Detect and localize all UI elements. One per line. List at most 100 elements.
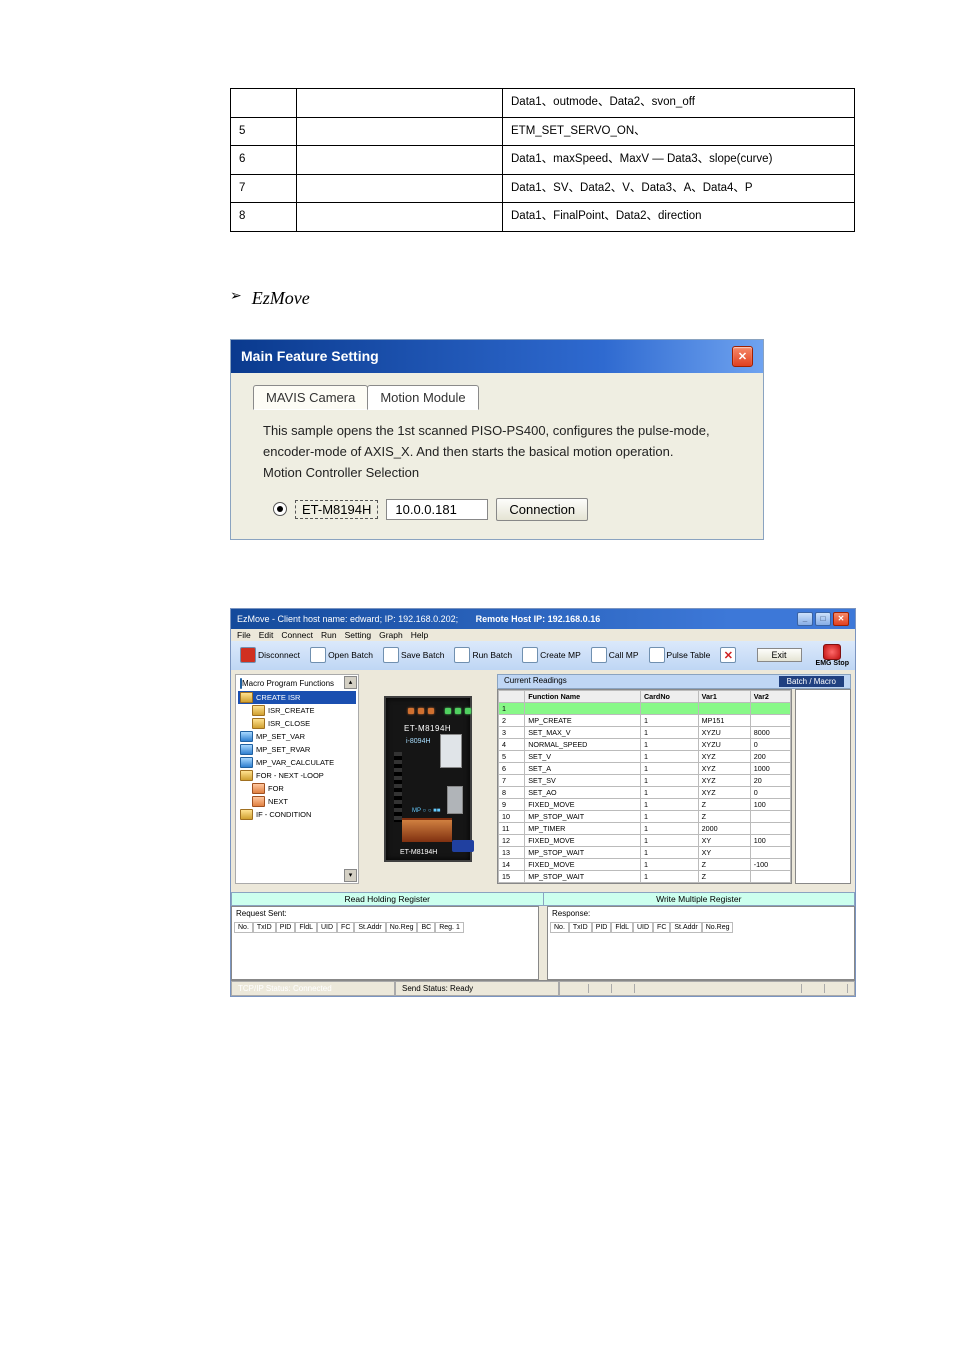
ip-input[interactable]: 10.0.0.181	[386, 499, 488, 520]
toolbar: Disconnect Open Batch Save Batch Run Bat…	[231, 641, 855, 670]
batch-macro-button[interactable]: Batch / Macro	[779, 676, 844, 687]
sidebar-item-label: MP_VAR_CALCULATE	[256, 758, 334, 767]
run-batch-button[interactable]: Run Batch	[451, 646, 515, 664]
call-mp-button[interactable]: Call MP	[588, 646, 642, 664]
sidebar-item-label: CREATE ISR	[256, 693, 300, 702]
sidebar-item-label: FOR - NEXT -LOOP	[256, 771, 324, 780]
table-row[interactable]: 13MP_STOP_WAIT1XY	[499, 846, 791, 858]
table-row[interactable]: 2MP_CREATE1MP151	[499, 714, 791, 726]
table-row[interactable]: 9FIXED_MOVE1Z100	[499, 798, 791, 810]
response-panel: Response: No.TxIDPIDFldLUIDFCSt.AddrNo.R…	[547, 906, 855, 980]
big-x-button[interactable]: ✕	[717, 646, 739, 664]
table-row[interactable]: 11MP_TIMER12000	[499, 822, 791, 834]
sidebar-item[interactable]: MP_SET_RVAR	[238, 743, 356, 756]
menu-help[interactable]: Help	[411, 630, 428, 640]
table-row[interactable]: 8SET_AO1XYZ0	[499, 786, 791, 798]
cell	[297, 117, 503, 146]
table-row[interactable]: 6SET_A1XYZ1000	[499, 762, 791, 774]
scroll-up-icon[interactable]: ▴	[344, 676, 357, 689]
sidebar-item[interactable]: FOR - NEXT -LOOP	[238, 769, 356, 782]
cell	[297, 203, 503, 232]
menu-run[interactable]: Run	[321, 630, 337, 640]
folder-icon	[240, 744, 253, 755]
log-header-cell: FldL	[611, 922, 633, 933]
title-client: EzMove - Client host name: edward; IP: 1…	[237, 614, 458, 624]
scroll-down-icon[interactable]: ▾	[344, 869, 357, 882]
cell	[231, 89, 297, 118]
sidebar-title: Macro Program Functions	[238, 678, 356, 689]
minimize-icon[interactable]: _	[797, 612, 813, 626]
menu-setting[interactable]: Setting	[345, 630, 371, 640]
sidebar-item-label: MP_SET_VAR	[256, 732, 305, 741]
folder-icon	[240, 731, 253, 742]
cell: 5	[231, 117, 297, 146]
table-row[interactable]: 4NORMAL_SPEED1XYZU0	[499, 738, 791, 750]
table-row[interactable]: 1	[499, 702, 791, 714]
sidebar-item[interactable]: NEXT	[238, 795, 356, 808]
tab-motion-module[interactable]: Motion Module	[367, 385, 478, 410]
cell: Data1、maxSpeed、MaxV — Data3、slope(curve)	[503, 146, 855, 175]
write-multiple-header: Write Multiple Register	[544, 892, 856, 906]
dialog-titlebar: Main Feature Setting ✕	[231, 340, 763, 373]
readings-table[interactable]: Function Name CardNo Var1 Var2 12MP_CREA…	[497, 689, 792, 884]
controller-radio[interactable]	[273, 502, 287, 516]
create-mp-button[interactable]: Create MP	[519, 646, 584, 664]
table-row: 6 Data1、maxSpeed、MaxV — Data3、slope(curv…	[231, 146, 855, 175]
cell	[297, 174, 503, 203]
open-icon	[310, 647, 326, 663]
cell: 6	[231, 146, 297, 175]
sidebar-item[interactable]: MP_VAR_CALCULATE	[238, 756, 356, 769]
status-bar: TCP/IP Status: Connected Send Status: Re…	[231, 980, 855, 996]
disconnect-button[interactable]: Disconnect	[237, 646, 303, 664]
log-header-cell: No.	[550, 922, 569, 933]
sidebar-item[interactable]: ISR_CREATE	[238, 704, 356, 717]
open-batch-button[interactable]: Open Batch	[307, 646, 376, 664]
dialog-desc-2: encoder-mode of AXIS_X. And then starts …	[263, 443, 745, 461]
device-model: ET-M8194H	[400, 849, 437, 856]
device-label: ET-M8194H	[404, 724, 451, 733]
table-row: 7 Data1、SV、Data2、V、Data3、A、Data4、P	[231, 174, 855, 203]
close-icon[interactable]: ✕	[833, 612, 849, 626]
maximize-icon[interactable]: □	[815, 612, 831, 626]
menu-graph[interactable]: Graph	[379, 630, 403, 640]
sidebar-item[interactable]: IF - CONDITION	[238, 808, 356, 821]
folder-icon	[240, 757, 253, 768]
cell	[297, 89, 503, 118]
log-header-cell: St.Addr	[354, 922, 385, 933]
call-icon	[591, 647, 607, 663]
table-row[interactable]: 7SET_SV1XYZ20	[499, 774, 791, 786]
emg-stop-button[interactable]	[823, 644, 841, 660]
menu-file[interactable]: File	[237, 630, 251, 640]
menu-connect[interactable]: Connect	[281, 630, 313, 640]
table-row[interactable]: 15MP_STOP_WAIT1Z	[499, 870, 791, 882]
folder-icon	[252, 796, 265, 807]
param-table: Data1、outmode、Data2、svon_off 5 ETM_SET_S…	[230, 88, 855, 232]
close-icon[interactable]: ✕	[732, 346, 753, 367]
x-icon: ✕	[720, 647, 736, 663]
sidebar-item[interactable]: MP_SET_VAR	[238, 730, 356, 743]
save-batch-button[interactable]: Save Batch	[380, 646, 447, 664]
device-sublabel: i-8094H	[406, 738, 431, 745]
chevron-icon: ➢	[230, 288, 242, 302]
table-row[interactable]: 14FIXED_MOVE1Z-100	[499, 858, 791, 870]
cell: Data1、FinalPoint、Data2、direction	[503, 203, 855, 232]
macro-sidebar[interactable]: ▴ Macro Program Functions CREATE ISR ISR_…	[235, 674, 359, 884]
controller-radio-label: ET-M8194H	[295, 500, 378, 519]
sidebar-item[interactable]: ISR_CLOSE	[238, 717, 356, 730]
table-row[interactable]: 5SET_V1XYZ200	[499, 750, 791, 762]
table-row[interactable]: 12FIXED_MOVE1XY100	[499, 834, 791, 846]
table-row[interactable]: 3SET_MAX_V1XYZU8000	[499, 726, 791, 738]
table-row[interactable]: 10MP_STOP_WAIT1Z	[499, 810, 791, 822]
menu-edit[interactable]: Edit	[259, 630, 274, 640]
exit-button[interactable]: Exit	[757, 648, 802, 662]
log-header-cell: TxID	[253, 922, 276, 933]
dialog-title: Main Feature Setting	[241, 348, 379, 364]
menu-bar[interactable]: File Edit Connect Run Setting Graph Help	[231, 629, 855, 641]
tab-mavis-camera[interactable]: MAVIS Camera	[253, 385, 368, 410]
sidebar-item[interactable]: FOR	[238, 782, 356, 795]
run-icon	[454, 647, 470, 663]
log-header-cell: BC	[417, 922, 435, 933]
sidebar-item[interactable]: CREATE ISR	[238, 691, 356, 704]
pulse-table-button[interactable]: Pulse Table	[646, 646, 714, 664]
connection-button[interactable]: Connection	[496, 498, 588, 521]
